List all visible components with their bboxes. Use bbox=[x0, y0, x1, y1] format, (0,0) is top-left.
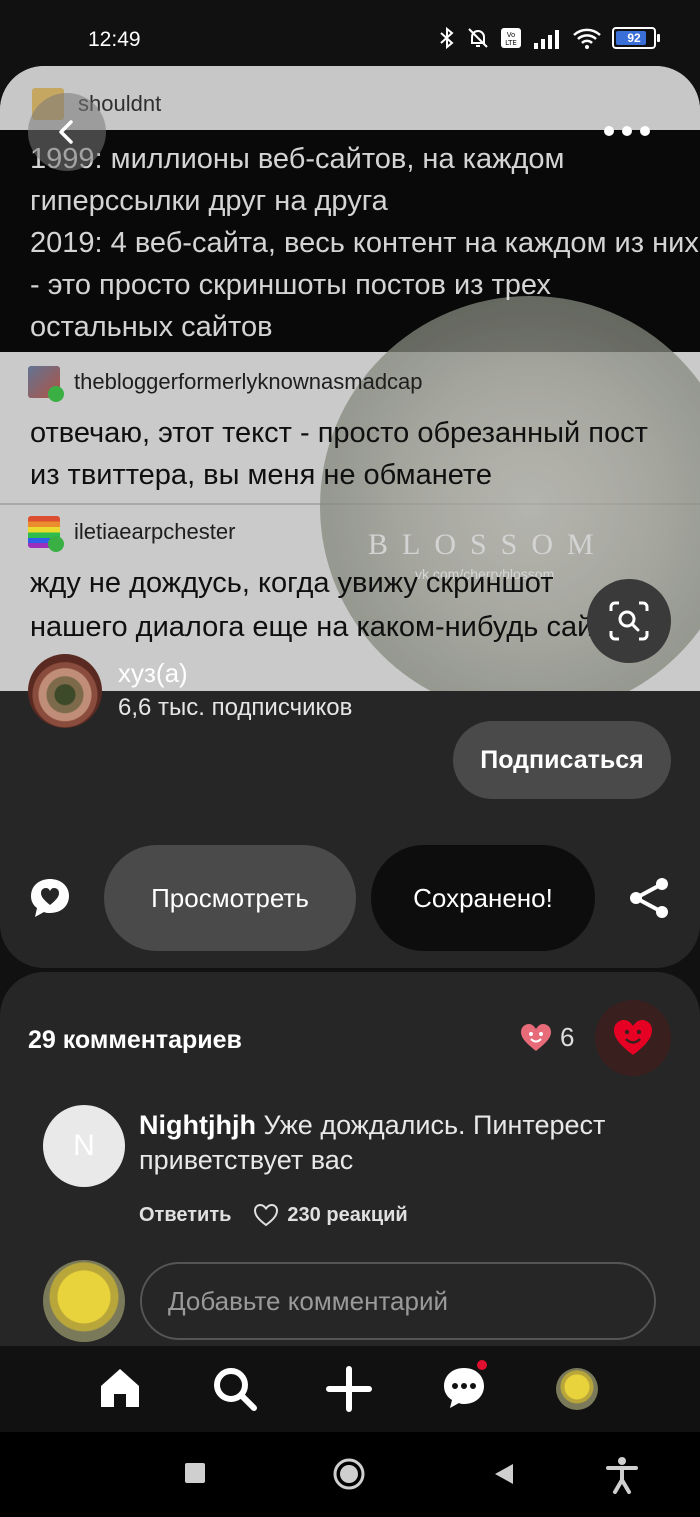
comment-avatar[interactable]: N bbox=[43, 1105, 125, 1187]
more-icon bbox=[604, 126, 614, 136]
saved-button[interactable]: Сохранено! bbox=[371, 845, 595, 951]
battery-level: 92 bbox=[627, 31, 641, 45]
accessibility-button[interactable] bbox=[606, 1456, 638, 1499]
svg-text:Vo: Vo bbox=[507, 31, 516, 39]
home-nav-button[interactable] bbox=[333, 1458, 365, 1495]
my-avatar bbox=[43, 1260, 125, 1342]
visual-search-button[interactable] bbox=[587, 579, 671, 663]
chevron-left-icon bbox=[59, 120, 73, 144]
comment-reactions-count: 230 реакций bbox=[287, 1203, 408, 1226]
creator-name[interactable]: хуз(а) bbox=[118, 658, 188, 689]
view-button[interactable]: Просмотреть bbox=[104, 845, 356, 951]
comment-button[interactable] bbox=[28, 876, 72, 925]
creator-row: хуз(а) 6,6 тыс. подписчиков bbox=[28, 654, 678, 730]
heart-face-icon bbox=[521, 1023, 551, 1051]
tab-profile[interactable] bbox=[556, 1368, 598, 1410]
status-bar: 12:49 Vo LTE 92 bbox=[0, 0, 700, 66]
back-nav-button[interactable] bbox=[493, 1462, 515, 1491]
home-icon bbox=[101, 1369, 139, 1407]
wifi-icon bbox=[573, 28, 601, 49]
plus-icon bbox=[326, 1366, 372, 1412]
status-icons: Vo LTE 92 bbox=[438, 26, 660, 50]
comment-react-button[interactable]: 230 реакций bbox=[253, 1203, 408, 1227]
creator-avatar[interactable] bbox=[28, 654, 102, 728]
follow-button[interactable]: Подписаться bbox=[453, 721, 671, 799]
bluetooth-icon bbox=[440, 26, 454, 50]
reactions-count: 6 bbox=[560, 1022, 575, 1052]
messages-icon bbox=[444, 1368, 484, 1408]
triangle-back-icon bbox=[495, 1464, 513, 1484]
tab-home[interactable] bbox=[98, 1366, 142, 1415]
square-icon bbox=[185, 1463, 205, 1483]
system-nav-bar bbox=[0, 1432, 700, 1517]
svg-text:LTE: LTE bbox=[505, 39, 517, 47]
back-button[interactable] bbox=[28, 93, 106, 171]
comments-count: 29 комментариев bbox=[28, 1026, 242, 1054]
status-time: 12:49 bbox=[88, 28, 141, 51]
share-button[interactable] bbox=[628, 876, 672, 925]
battery-icon: 92 bbox=[612, 27, 660, 49]
comment-author[interactable]: Nightjhjh bbox=[139, 1110, 256, 1140]
heart-icon bbox=[614, 1020, 652, 1055]
comments-section: 29 комментариев 6 N Nightjhjh Уже дождал… bbox=[0, 972, 700, 1352]
tab-create[interactable] bbox=[326, 1366, 372, 1417]
heart-outline-icon bbox=[254, 1203, 279, 1227]
reply-button[interactable]: Ответить bbox=[139, 1204, 231, 1227]
react-button[interactable] bbox=[595, 1000, 671, 1076]
notification-dot bbox=[477, 1360, 487, 1370]
comment-body: Nightjhjh Уже дождались. Пинтерест приве… bbox=[139, 1108, 659, 1178]
bottom-tab-bar bbox=[0, 1346, 700, 1432]
visual-search-icon bbox=[609, 601, 649, 641]
signal-icon bbox=[534, 30, 559, 49]
volte-icon: VoLTE bbox=[501, 28, 521, 48]
circle-icon bbox=[333, 1458, 365, 1490]
bell-muted-icon bbox=[468, 28, 488, 48]
tab-search[interactable] bbox=[212, 1366, 258, 1417]
accessibility-icon bbox=[606, 1457, 638, 1494]
more-options-button[interactable] bbox=[604, 126, 650, 136]
reactions-summary[interactable]: 6 bbox=[520, 1022, 574, 1053]
recents-button[interactable] bbox=[184, 1462, 206, 1489]
tab-messages[interactable] bbox=[442, 1366, 486, 1415]
comment-bubble-icon bbox=[31, 879, 69, 917]
share-icon bbox=[630, 878, 668, 918]
comment-input[interactable]: Добавьте комментарий bbox=[140, 1262, 656, 1340]
search-icon bbox=[214, 1368, 257, 1411]
pin-card: BLOSSOM vk.com/cherryblossom shouldnt 19… bbox=[0, 66, 700, 968]
creator-followers: 6,6 тыс. подписчиков bbox=[118, 694, 353, 721]
comment-actions: Ответить 230 реакций bbox=[139, 1203, 408, 1227]
